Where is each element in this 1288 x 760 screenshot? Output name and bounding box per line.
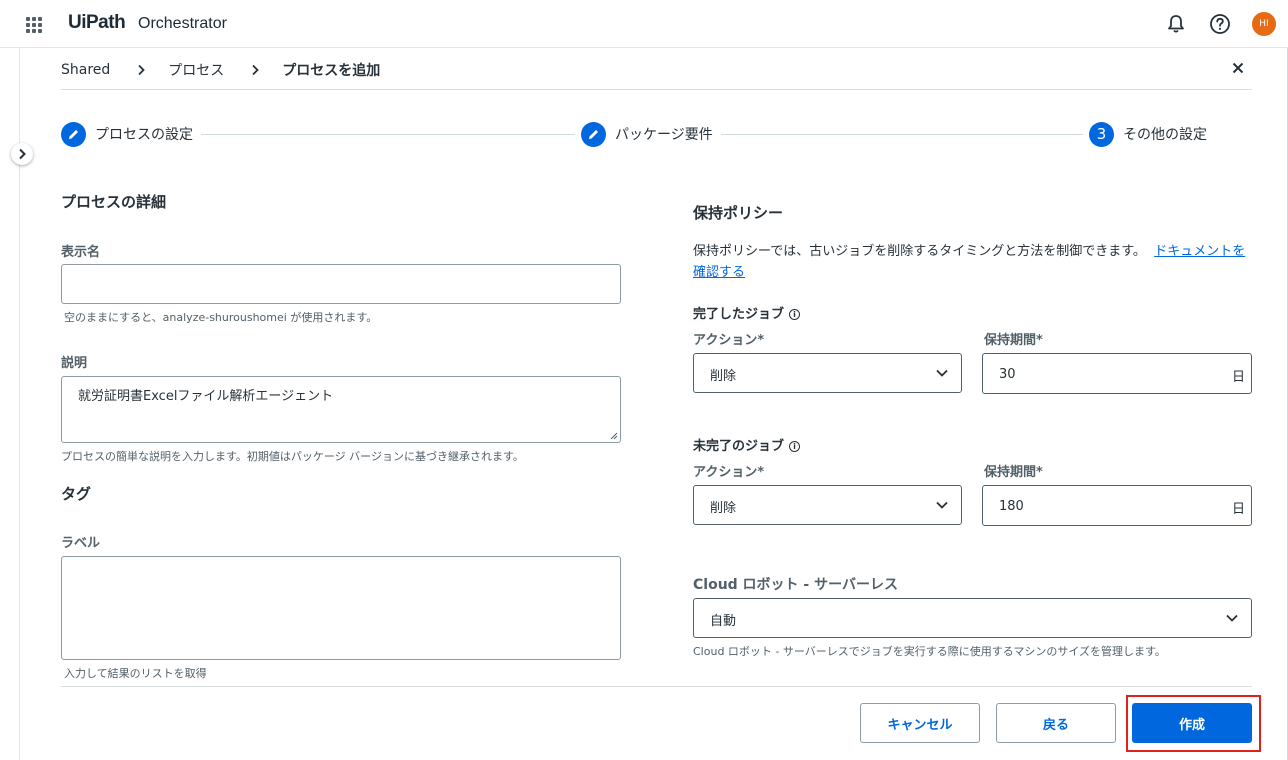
expand-nav-button[interactable] <box>11 143 33 165</box>
step-connector <box>201 134 581 135</box>
completed-action-select[interactable]: 削除 <box>693 353 962 393</box>
chevron-right-icon <box>19 148 26 160</box>
chevron-right-icon <box>250 64 264 76</box>
step-connector <box>711 134 1091 135</box>
description-helper: プロセスの簡単な説明を入力します。初期値はパッケージ バージョンに基づき継承され… <box>61 450 524 463</box>
description-textarea[interactable]: 就労証明書Excelファイル解析エージェント <box>61 376 621 443</box>
display-name-label: 表示名 <box>61 245 101 260</box>
divider <box>61 686 1252 687</box>
step-label: パッケージ要件 <box>615 127 713 143</box>
chevron-down-icon <box>936 501 948 509</box>
tags-title: タグ <box>61 485 92 503</box>
info-icon[interactable]: i <box>789 309 801 320</box>
chevron-right-icon <box>136 64 150 76</box>
completed-action-label: アクション* <box>693 333 765 348</box>
description-value: 就労証明書Excelファイル解析エージェント <box>78 389 334 404</box>
incomplete-action-select[interactable]: 削除 <box>693 485 962 525</box>
incomplete-action-value: 削除 <box>710 501 737 516</box>
chevron-down-icon <box>1226 614 1238 622</box>
incomplete-period-input[interactable]: 180 日 <box>982 485 1252 526</box>
top-bar: UiPath Orchestrator HI <box>0 0 1288 48</box>
breadcrumb-shared[interactable]: Shared <box>61 62 110 78</box>
completed-jobs-title: 完了したジョブ i <box>693 303 801 322</box>
completed-period-label: 保持期間* <box>984 333 1043 348</box>
retention-description-text: 保持ポリシーでは、古いジョブを削除するタイミングと方法を制御できます。 <box>693 244 1146 259</box>
breadcrumb-processes[interactable]: プロセス <box>168 60 224 80</box>
notifications-bell-icon[interactable] <box>1164 12 1188 36</box>
close-icon[interactable] <box>1228 58 1248 78</box>
chevron-down-icon <box>936 369 948 377</box>
step-label: その他の設定 <box>1123 127 1207 143</box>
incomplete-action-label: アクション* <box>693 465 765 480</box>
label-field-label: ラベル <box>61 536 101 551</box>
completed-action-value: 削除 <box>710 369 737 384</box>
pencil-icon <box>581 121 606 147</box>
days-unit: 日 <box>1231 370 1245 385</box>
breadcrumb-add-process: プロセスを追加 <box>282 63 381 79</box>
user-avatar[interactable]: HI <box>1252 12 1276 36</box>
cloud-robot-value: 自動 <box>710 614 737 629</box>
label-helper: 入力して結果のリストを取得 <box>64 667 207 680</box>
completed-period-value: 30 <box>999 367 1016 382</box>
highlight-box <box>1126 695 1261 752</box>
wizard-stepper: プロセスの設定 パッケージ要件 3 その他の設定 <box>61 121 1221 147</box>
pencil-icon <box>61 121 86 147</box>
incomplete-period-label: 保持期間* <box>984 465 1043 480</box>
completed-period-input[interactable]: 30 日 <box>982 353 1252 394</box>
cloud-robot-select[interactable]: 自動 <box>693 598 1252 638</box>
retention-description: 保持ポリシーでは、古いジョブを削除するタイミングと方法を制御できます。 ドキュメ… <box>693 241 1249 283</box>
breadcrumb: Shared プロセス プロセスを追加 <box>61 60 380 80</box>
step-label: プロセスの設定 <box>95 127 193 143</box>
display-name-input[interactable] <box>61 264 621 304</box>
cloud-robot-helper: Cloud ロボット - サーバーレスでジョブを実行する際に使用するマシンのサイ… <box>693 645 1166 658</box>
step-package-requirements[interactable]: パッケージ要件 <box>575 121 721 147</box>
app-name: Orchestrator <box>138 15 227 32</box>
description-label: 説明 <box>61 356 88 371</box>
back-button[interactable]: 戻る <box>996 703 1116 743</box>
process-details-title: プロセスの詳細 <box>61 193 167 211</box>
cloud-robot-label: Cloud ロボット - サーバーレス <box>693 577 898 593</box>
uipath-logo[interactable]: UiPath <box>68 12 126 34</box>
incomplete-period-value: 180 <box>999 499 1024 514</box>
incomplete-jobs-title: 未完了のジョブ i <box>693 435 801 454</box>
display-name-helper: 空のままにすると、analyze-shuroushomei が使用されます。 <box>64 311 378 324</box>
app-launcher-icon[interactable] <box>26 17 42 33</box>
help-icon[interactable] <box>1208 12 1232 36</box>
retention-policy-title: 保持ポリシー <box>693 204 784 222</box>
divider <box>61 89 1252 90</box>
step-number: 3 <box>1089 121 1114 147</box>
step-process-settings[interactable]: プロセスの設定 <box>61 121 201 147</box>
resize-grip-icon[interactable] <box>610 432 618 440</box>
label-input[interactable] <box>61 556 621 660</box>
days-unit: 日 <box>1231 502 1245 517</box>
step-other-settings[interactable]: 3 その他の設定 <box>1083 121 1215 147</box>
info-icon[interactable]: i <box>789 441 801 452</box>
cancel-button[interactable]: キャンセル <box>860 703 980 743</box>
